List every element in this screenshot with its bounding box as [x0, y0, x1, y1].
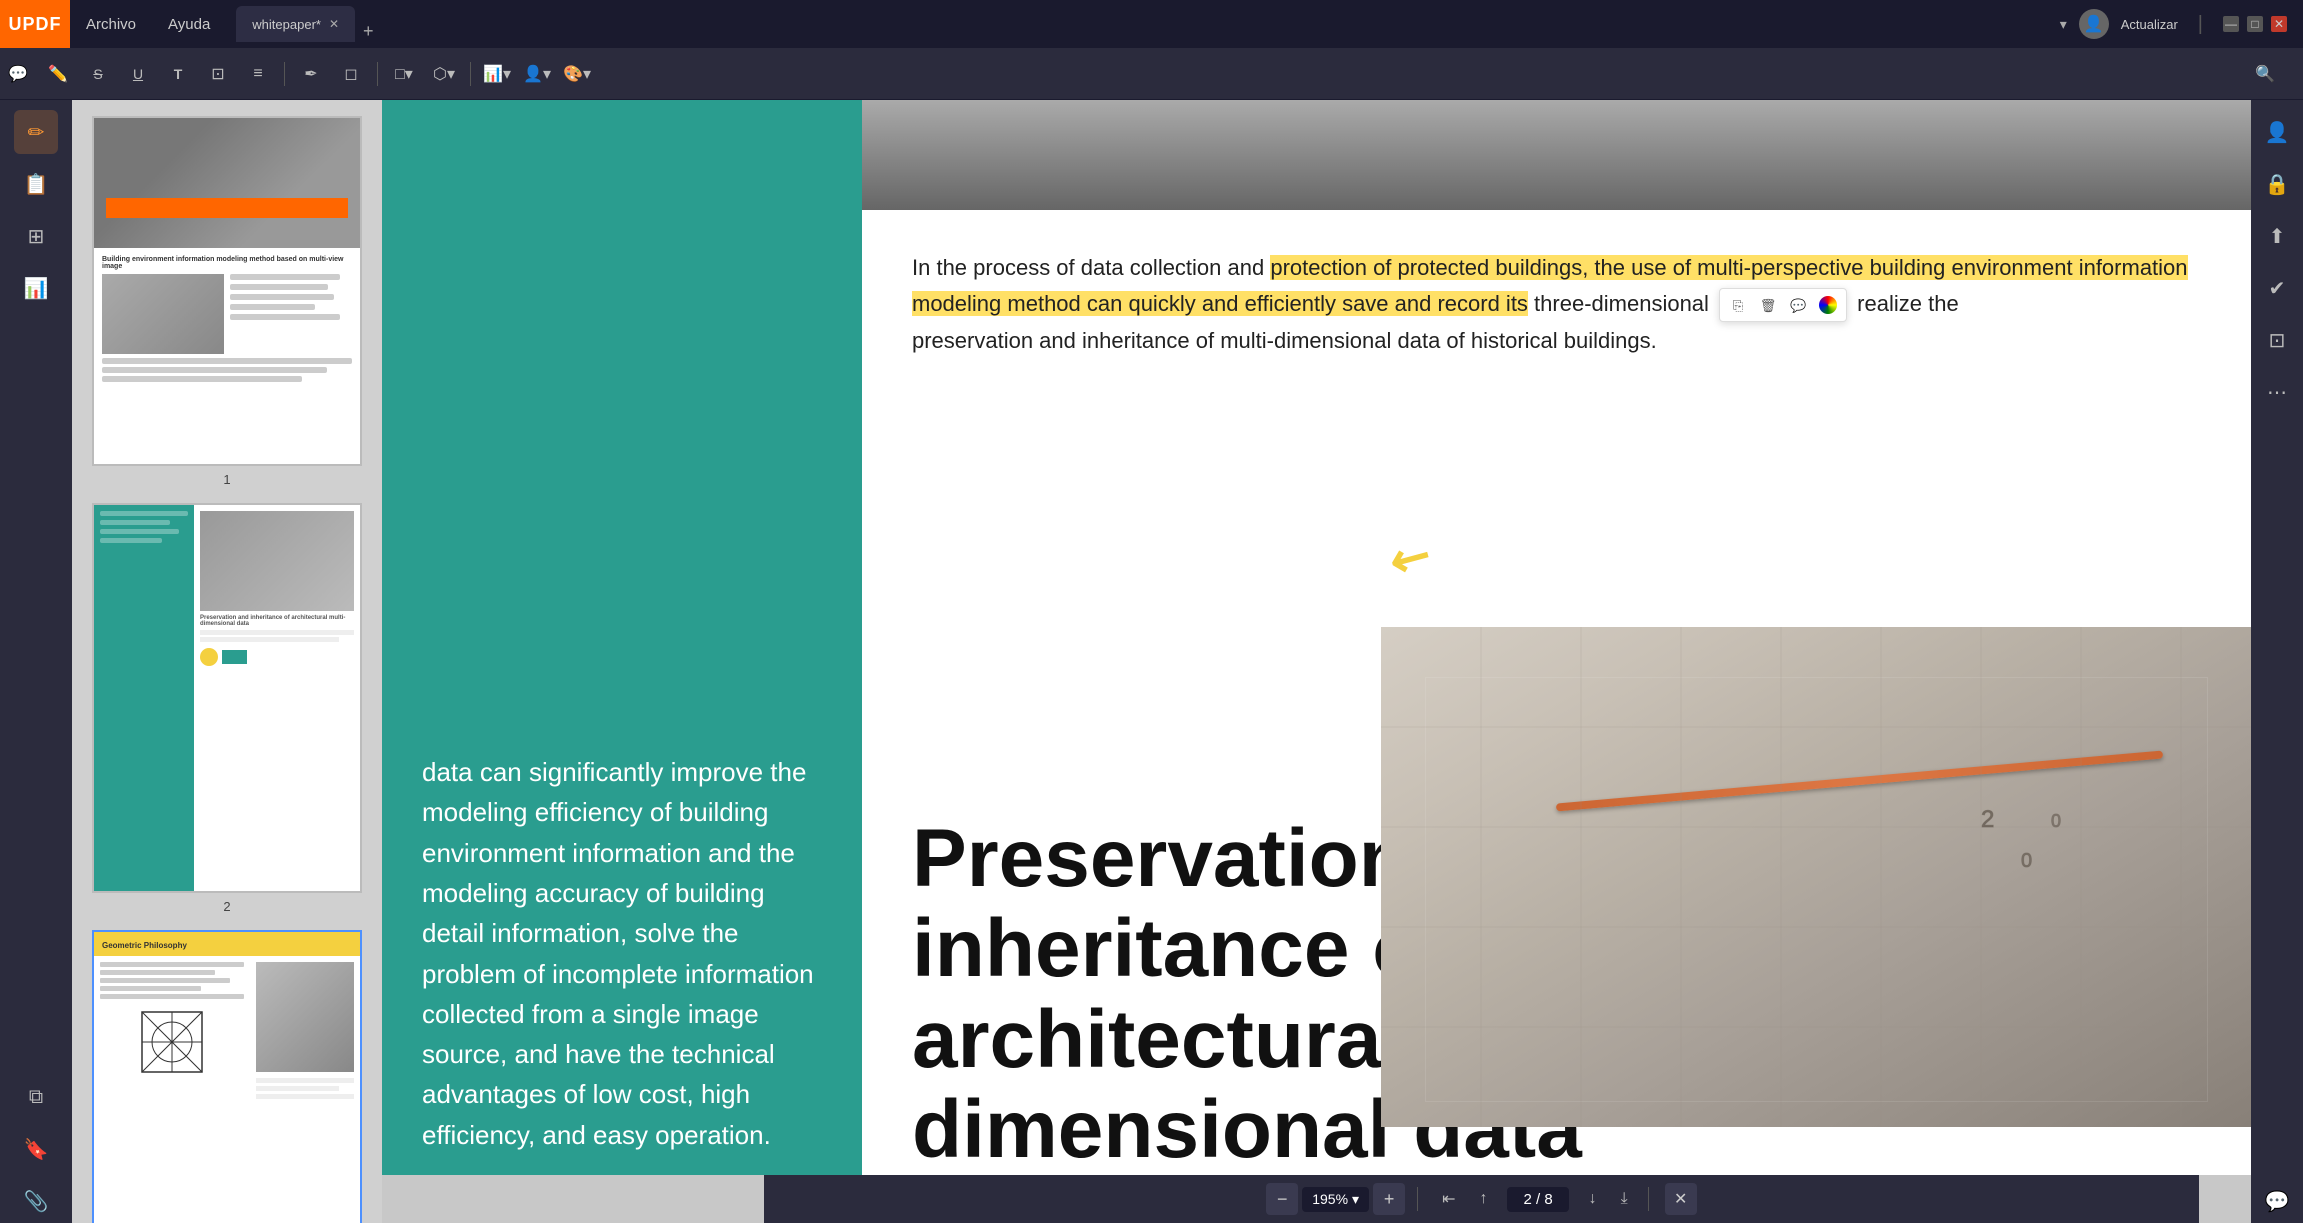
- go-prev-btn[interactable]: ↑: [1467, 1181, 1499, 1217]
- sep1: [284, 62, 285, 86]
- comment-tool[interactable]: 💬: [0, 56, 36, 92]
- copy-btn[interactable]: ⎘: [1724, 291, 1752, 319]
- window-controls: — □ ✕: [2223, 16, 2287, 32]
- right-tool-3[interactable]: 🔒: [2255, 162, 2299, 206]
- color-btn[interactable]: [1814, 291, 1842, 319]
- text-tool[interactable]: T: [160, 56, 196, 92]
- right-top-image: [862, 100, 2251, 210]
- heading-line2: inheritance of: [912, 903, 1450, 994]
- divider-1: |: [2198, 13, 2203, 36]
- textbox-tool[interactable]: ⊡: [200, 56, 236, 92]
- minimize-btn[interactable]: —: [2223, 16, 2239, 32]
- thumb-frame-1[interactable]: Building environment information modelin…: [92, 116, 362, 466]
- search-btn[interactable]: 🔍: [2247, 56, 2283, 92]
- main-content: data can significantly improve the model…: [382, 100, 2251, 1223]
- go-last-btn[interactable]: ⤓: [1609, 1181, 1640, 1217]
- pen-tool[interactable]: ✒: [293, 56, 329, 92]
- bottom-right-image: 2 0 0: [1381, 627, 2251, 1127]
- text-format-tool[interactable]: ≡: [240, 56, 276, 92]
- app-logo: UPDF: [0, 0, 70, 48]
- thumb-number-1: 1: [223, 472, 230, 487]
- right-tool-8[interactable]: 💬: [2255, 1179, 2299, 1223]
- update-button[interactable]: Actualizar: [2121, 17, 2178, 32]
- thumb1-image: [94, 118, 360, 248]
- sidebar-pen-btn[interactable]: ✏: [14, 110, 58, 154]
- fill-tool[interactable]: 🎨▾: [559, 56, 595, 92]
- bottom-bar: − 195% ▾ + ⇤ ↑ 2 / 8 ↓ ⤓ ✕: [764, 1175, 2199, 1223]
- sep3: [470, 62, 471, 86]
- title-bar: UPDF Archivo Ayuda whitepaper* ✕ + ▾ 👤 A…: [0, 0, 2303, 48]
- zoom-in-btn[interactable]: +: [1373, 1183, 1405, 1215]
- sidebar-bookmark-btn[interactable]: 🔖: [14, 1127, 58, 1171]
- zoom-area: − 195% ▾ +: [1266, 1183, 1405, 1215]
- svg-text:2: 2: [1981, 806, 1994, 833]
- thumb3-header-label: Geometric Philosophy: [102, 941, 187, 950]
- page-label: 2 / 8: [1523, 1191, 1552, 1208]
- thumbnail-3: Geometric Philosophy: [82, 930, 372, 1223]
- right-tool-4[interactable]: ⬆: [2255, 214, 2299, 258]
- right-tool-6[interactable]: ⊡: [2255, 318, 2299, 362]
- zoom-dropdown-icon: ▾: [1352, 1191, 1359, 1208]
- sidebar-chart-btn[interactable]: 📊: [14, 266, 58, 310]
- bar-sep2: [1648, 1187, 1649, 1211]
- highlight-tool[interactable]: ✏️: [40, 56, 76, 92]
- close-bar-btn[interactable]: ✕: [1665, 1183, 1697, 1215]
- comment-btn[interactable]: 💬: [1784, 291, 1812, 319]
- tab-area: whitepaper* ✕ +: [226, 6, 2059, 42]
- right-tool-2[interactable]: 👤: [2255, 110, 2299, 154]
- toolbar: 💬 ✏️ S U T ⊡ ≡ ✒ ◻ □▾ ⬡▾ 📊▾ 👤▾ 🎨▾ 🔍: [0, 48, 2303, 100]
- tab-label: whitepaper*: [252, 17, 321, 32]
- menu-bar: Archivo Ayuda: [70, 0, 226, 48]
- zoom-level-text: 195%: [1312, 1191, 1348, 1207]
- shapes-tool[interactable]: □▾: [386, 56, 422, 92]
- dropdown-arrow-icon[interactable]: ▾: [2060, 16, 2067, 33]
- eraser-tool[interactable]: ◻: [333, 56, 369, 92]
- right-tool-7[interactable]: ⋯: [2255, 370, 2299, 414]
- shape-options[interactable]: ⬡▾: [426, 56, 462, 92]
- sep2: [377, 62, 378, 86]
- pdf-page: data can significantly improve the model…: [382, 100, 2251, 1175]
- zoom-value[interactable]: 195% ▾: [1302, 1187, 1369, 1212]
- realize-the-text: realize the: [1857, 291, 1959, 316]
- sidebar-table-btn[interactable]: ⊞: [14, 214, 58, 258]
- chart-tool[interactable]: 📊▾: [479, 56, 515, 92]
- right-tool-5[interactable]: ✔: [2255, 266, 2299, 310]
- go-next-btn[interactable]: ↓: [1577, 1181, 1609, 1217]
- thumbnail-panel: Building environment information modelin…: [72, 100, 382, 1223]
- left-column: data can significantly improve the model…: [382, 100, 862, 1175]
- sidebar-attach-btn[interactable]: 📎: [14, 1179, 58, 1223]
- right-body-text: In the process of data collection and pr…: [912, 250, 2201, 359]
- strikethrough-tool[interactable]: S: [80, 56, 116, 92]
- thumbnail-1: Building environment information modelin…: [82, 116, 372, 487]
- page-indicator: 2 / 8: [1507, 1187, 1568, 1212]
- left-sidebar: ☰ ✏ 📋 ⊞ 📊 ⧉ 🔖 📎: [0, 48, 72, 1223]
- bar-sep: [1417, 1187, 1418, 1211]
- menu-ayuda[interactable]: Ayuda: [152, 0, 226, 48]
- left-column-text: data can significantly improve the model…: [422, 752, 822, 1155]
- delete-btn[interactable]: 🗑: [1754, 291, 1782, 319]
- thumb-number-2: 2: [223, 899, 230, 914]
- inline-toolbar: ⎘ 🗑 💬: [1719, 288, 1847, 322]
- svg-text:0: 0: [2021, 850, 2032, 872]
- right-sidebar: ⊞ 👤 🔒 ⬆ ✔ ⊡ ⋯ 💬: [2251, 48, 2303, 1223]
- thumb-frame-2[interactable]: Preservation and inheritance of architec…: [92, 503, 362, 893]
- thumb-frame-3[interactable]: Geometric Philosophy: [92, 930, 362, 1223]
- go-first-btn[interactable]: ⇤: [1430, 1181, 1467, 1217]
- people-tool[interactable]: 👤▾: [519, 56, 555, 92]
- tab-close-btn[interactable]: ✕: [329, 17, 339, 31]
- sidebar-layers-btn[interactable]: ⧉: [14, 1075, 58, 1119]
- thumbnail-2: Preservation and inheritance of architec…: [82, 503, 372, 914]
- underline-tool[interactable]: U: [120, 56, 156, 92]
- new-tab-btn[interactable]: +: [355, 21, 382, 42]
- avatar[interactable]: 👤: [2079, 9, 2109, 39]
- close-btn[interactable]: ✕: [2271, 16, 2287, 32]
- svg-text:0: 0: [2051, 811, 2061, 831]
- maximize-btn[interactable]: □: [2247, 16, 2263, 32]
- highlight-span-1: protection of protected buildings, the u…: [912, 255, 2188, 316]
- zoom-out-btn[interactable]: −: [1266, 1183, 1298, 1215]
- title-bar-right: ▾ 👤 Actualizar | — □ ✕: [2060, 9, 2303, 39]
- sidebar-list-btn[interactable]: 📋: [14, 162, 58, 206]
- tab-whitepaper[interactable]: whitepaper* ✕: [236, 6, 355, 42]
- menu-archivo[interactable]: Archivo: [70, 0, 152, 48]
